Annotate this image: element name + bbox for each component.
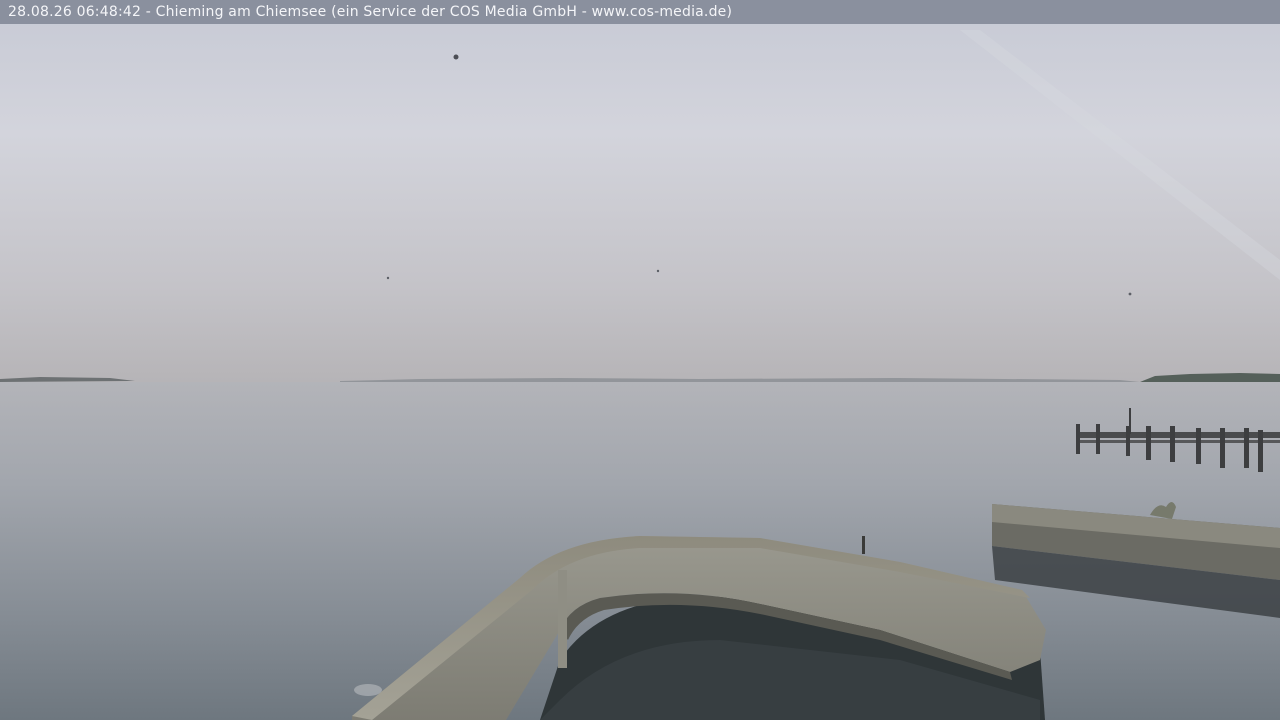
timestamp-caption: 28.08.26 06:48:42 - Chieming am Chiemsee… (8, 4, 733, 20)
bird (386, 276, 390, 280)
ladder-post (558, 570, 567, 668)
timestamp-caption-bar: 28.08.26 06:48:42 - Chieming am Chiemsee… (0, 0, 1280, 24)
bird (1128, 292, 1132, 296)
sky (0, 0, 1280, 382)
foam-patch (354, 684, 382, 696)
bird (656, 269, 660, 273)
webcam-lake-view (0, 0, 1280, 720)
bird (453, 54, 459, 60)
mooring-post (862, 536, 865, 554)
